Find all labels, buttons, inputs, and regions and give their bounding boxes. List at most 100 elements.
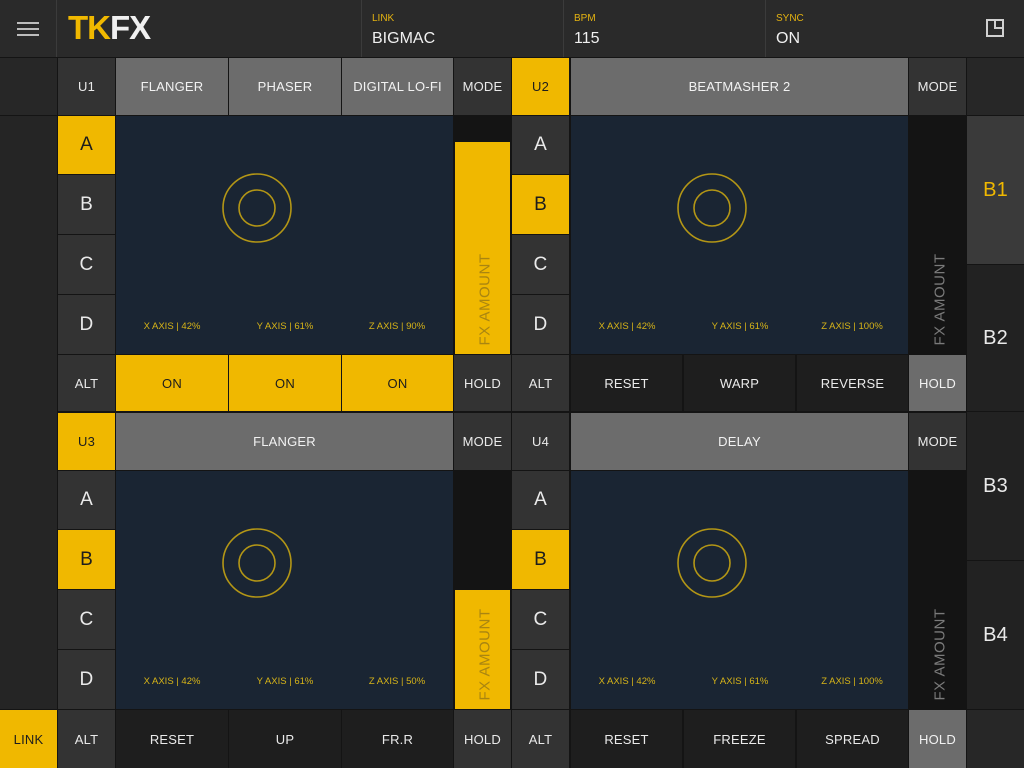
y-axis-readout: Y AXIS | 61% [256, 321, 314, 332]
alt-button[interactable]: ALT [58, 710, 115, 768]
effect-slot-2[interactable]: PHASER [229, 58, 341, 115]
z-axis-readout: Z AXIS | 50% [368, 676, 426, 687]
fx-amount-label: FX AMOUNT [476, 253, 494, 346]
bank-c[interactable]: C [58, 235, 115, 294]
bank-a[interactable]: A [512, 116, 569, 174]
bank-d[interactable]: D [512, 650, 569, 709]
fx-amount-label: FX AMOUNT [931, 608, 949, 701]
bpm-info[interactable]: BPM 115 [563, 0, 765, 57]
bank-d[interactable]: D [58, 650, 115, 709]
mode-button[interactable]: MODE [909, 58, 966, 115]
bpm-value: 115 [574, 30, 600, 47]
sync-info[interactable]: SYNC ON [765, 0, 967, 57]
right-bank-b4[interactable]: B4 [967, 561, 1024, 709]
alt-button[interactable]: ALT [512, 710, 569, 768]
sync-label: SYNC [776, 13, 804, 24]
link-value: BIGMAC [372, 30, 436, 47]
mode-button[interactable]: MODE [454, 413, 511, 470]
effect-slot-1[interactable]: BEATMASHER 2 [571, 58, 908, 115]
effect-slot-1[interactable]: FLANGER [116, 58, 228, 115]
hold-button[interactable]: HOLD [454, 710, 511, 768]
z-axis-readout: Z AXIS | 100% [821, 676, 883, 687]
alt-button[interactable]: ALT [512, 355, 569, 411]
right-top-spacer [967, 58, 1024, 115]
bank-b[interactable]: B [512, 175, 569, 234]
z-axis-readout: Z AXIS | 100% [821, 321, 883, 332]
pad-cursor-icon [222, 173, 292, 243]
hold-button[interactable]: HOLD [454, 355, 511, 411]
logo-tk: TK [68, 9, 111, 46]
xy-pad[interactable]: X AXIS | 42% Y AXIS | 61% Z AXIS | 50% [116, 471, 453, 709]
freeze-button[interactable]: FREEZE [684, 710, 795, 768]
x-axis-readout: X AXIS | 42% [598, 321, 656, 332]
y-axis-readout: Y AXIS | 61% [256, 676, 314, 687]
pad-cursor-icon [677, 528, 747, 598]
mode-button[interactable]: MODE [909, 413, 966, 470]
xy-pad[interactable]: X AXIS | 42% Y AXIS | 61% Z AXIS | 100% [571, 116, 908, 354]
menu-icon[interactable] [0, 0, 57, 57]
x-axis-readout: X AXIS | 42% [598, 676, 656, 687]
bank-d[interactable]: D [58, 295, 115, 354]
header-bar: TKFX LINK BIGMAC BPM 115 SYNC ON [0, 0, 1024, 57]
bank-c[interactable]: C [512, 590, 569, 649]
bank-c[interactable]: C [512, 235, 569, 294]
link-label: LINK [372, 13, 395, 24]
fullscreen-icon[interactable] [986, 19, 1004, 37]
bpm-label: BPM [574, 13, 596, 24]
bank-c[interactable]: C [58, 590, 115, 649]
on-button-3[interactable]: ON [342, 355, 453, 411]
bank-a[interactable]: A [58, 471, 115, 529]
fx-amount-slider[interactable]: FX AMOUNT [909, 471, 966, 709]
hold-button[interactable]: HOLD [909, 710, 966, 768]
left-top-spacer [0, 58, 57, 115]
left-column [0, 116, 57, 709]
fx-amount-slider[interactable]: FX AMOUNT [454, 116, 511, 354]
unit-label-u1[interactable]: U1 [58, 58, 115, 115]
on-button-2[interactable]: ON [229, 355, 341, 411]
unit-label-u3[interactable]: U3 [58, 413, 115, 470]
reverse-button[interactable]: REVERSE [797, 355, 908, 411]
reset-button[interactable]: RESET [116, 710, 228, 768]
x-axis-readout: X AXIS | 42% [143, 321, 201, 332]
spread-button[interactable]: SPREAD [797, 710, 908, 768]
logo-fx: FX [110, 9, 151, 46]
alt-button[interactable]: ALT [58, 355, 115, 411]
right-bank-b3[interactable]: B3 [967, 412, 1024, 560]
bank-b[interactable]: B [58, 530, 115, 589]
link-button[interactable]: LINK [0, 710, 57, 768]
app-logo: TKFX [68, 9, 151, 47]
fx-amount-slider[interactable]: FX AMOUNT [454, 471, 511, 709]
fx-amount-slider[interactable]: FX AMOUNT [909, 116, 966, 354]
bank-b[interactable]: B [512, 530, 569, 589]
frr-button[interactable]: FR.R [342, 710, 453, 768]
unit-label-u4[interactable]: U4 [512, 413, 569, 470]
right-bank-b1[interactable]: B1 [967, 116, 1024, 264]
bank-a[interactable]: A [512, 471, 569, 529]
right-bottom-spacer [967, 710, 1024, 768]
xy-pad[interactable]: X AXIS | 42% Y AXIS | 61% Z AXIS | 100% [571, 471, 908, 709]
fx-amount-label: FX AMOUNT [931, 253, 949, 346]
reset-button[interactable]: RESET [571, 355, 682, 411]
z-axis-readout: Z AXIS | 90% [368, 321, 426, 332]
right-bank-b2[interactable]: B2 [967, 265, 1024, 411]
sync-value: ON [776, 30, 800, 47]
pad-cursor-icon [677, 173, 747, 243]
reset-button[interactable]: RESET [571, 710, 682, 768]
mode-button[interactable]: MODE [454, 58, 511, 115]
unit-label-u2[interactable]: U2 [512, 58, 569, 115]
effect-slot-3[interactable]: DIGITAL LO-FI [342, 58, 453, 115]
y-axis-readout: Y AXIS | 61% [711, 676, 769, 687]
up-button[interactable]: UP [229, 710, 341, 768]
effect-slot-1[interactable]: DELAY [571, 413, 908, 470]
bank-b[interactable]: B [58, 175, 115, 234]
on-button-1[interactable]: ON [116, 355, 228, 411]
effect-slot-1[interactable]: FLANGER [116, 413, 453, 470]
hold-button[interactable]: HOLD [909, 355, 966, 411]
fx-amount-label: FX AMOUNT [476, 608, 494, 701]
link-info[interactable]: LINK BIGMAC [361, 0, 563, 57]
warp-button[interactable]: WARP [684, 355, 795, 411]
y-axis-readout: Y AXIS | 61% [711, 321, 769, 332]
xy-pad[interactable]: X AXIS | 42% Y AXIS | 61% Z AXIS | 90% [116, 116, 453, 354]
bank-d[interactable]: D [512, 295, 569, 354]
bank-a[interactable]: A [58, 116, 115, 174]
